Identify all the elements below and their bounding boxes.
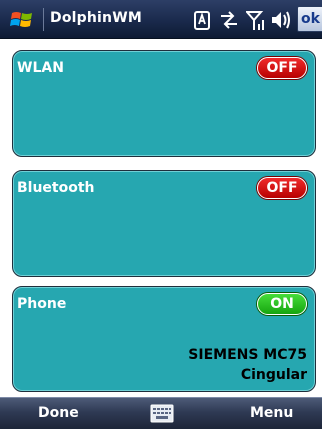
- wlan-panel[interactable]: WLAN OFF: [12, 50, 316, 157]
- bluetooth-toggle[interactable]: OFF: [257, 177, 307, 199]
- phone-panel[interactable]: Phone ON SIEMENS MC75 Cingular: [12, 286, 316, 392]
- signal-strength-icon[interactable]: [246, 9, 266, 31]
- phone-toggle[interactable]: ON: [257, 293, 307, 315]
- ok-button[interactable]: ok: [297, 6, 322, 32]
- sync-arrows-icon[interactable]: [218, 9, 240, 31]
- phone-carrier-label: Cingular: [240, 367, 307, 383]
- done-softkey[interactable]: Done: [38, 405, 79, 421]
- softkey-bar: Done Menu: [0, 397, 322, 429]
- bluetooth-title: Bluetooth: [17, 180, 95, 196]
- keyboard-icon[interactable]: [150, 404, 174, 423]
- title-bar: DolphinWM ok: [0, 0, 322, 39]
- battery-icon[interactable]: [193, 9, 211, 31]
- phone-title: Phone: [17, 296, 67, 312]
- wlan-toggle[interactable]: OFF: [257, 57, 307, 79]
- app-title: DolphinWM: [50, 10, 142, 26]
- title-separator: [43, 8, 44, 31]
- phone-device-label: SIEMENS MC75: [188, 347, 307, 363]
- windows-start-icon[interactable]: [10, 8, 36, 32]
- bluetooth-panel[interactable]: Bluetooth OFF: [12, 170, 316, 277]
- wlan-title: WLAN: [17, 60, 64, 76]
- volume-icon[interactable]: [269, 9, 291, 31]
- menu-softkey[interactable]: Menu: [250, 405, 293, 421]
